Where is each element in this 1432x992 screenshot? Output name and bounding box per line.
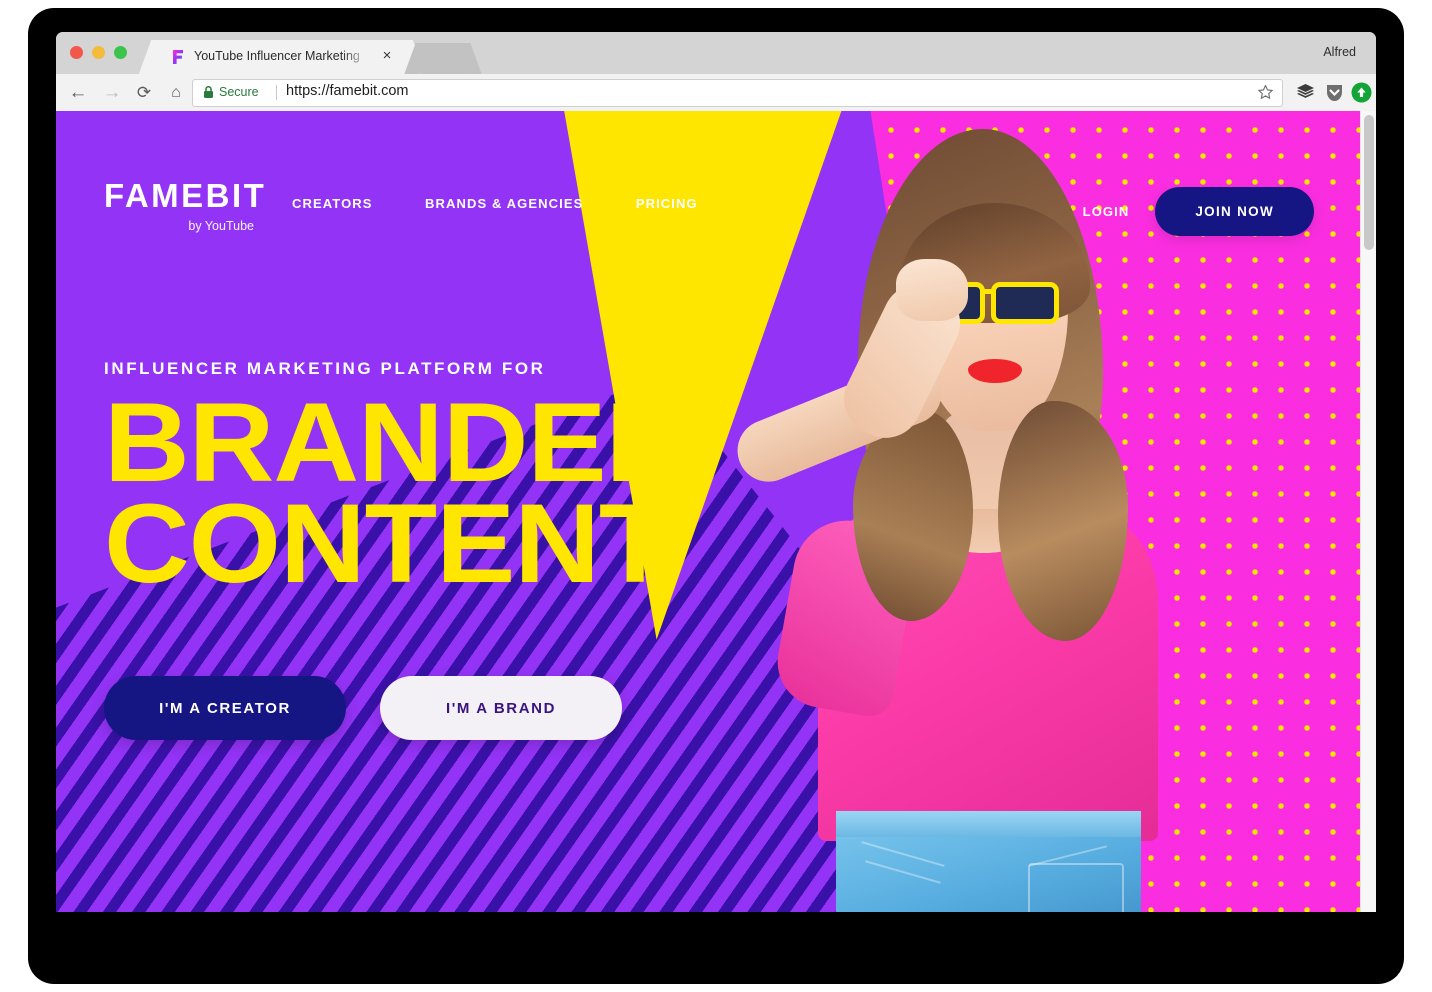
page-scrollbar-track[interactable] — [1360, 111, 1376, 912]
denim-pocket — [1028, 863, 1124, 912]
sunglass-bridge — [981, 289, 995, 294]
hero-headline-line-1: BRANDED — [104, 380, 691, 505]
logo-byline: by YouTube — [188, 219, 254, 233]
lock-icon — [203, 85, 214, 99]
nav-item-brands-agencies[interactable]: BRANDS & AGENCIES — [425, 196, 583, 211]
browser-tab[interactable]: YouTube Influencer Marketing × — [156, 40, 408, 74]
hero-eyebrow: INFLUENCER MARKETING PLATFORM FOR — [104, 359, 546, 378]
model-denim-waistband — [836, 811, 1141, 837]
hero-headline-line-2: CONTENT — [104, 480, 671, 606]
browser-toolbar: ← → ⟳ ⌂ Secure https://famebit.com — [56, 74, 1376, 112]
upload-arrow-icon[interactable] — [1351, 82, 1372, 103]
im-a-creator-button[interactable]: I'M A CREATOR — [104, 676, 346, 740]
join-now-button[interactable]: JOIN NOW — [1155, 187, 1314, 236]
address-bar[interactable]: Secure https://famebit.com — [192, 79, 1283, 107]
famebit-favicon-icon — [170, 49, 186, 65]
bookmark-star-icon[interactable] — [1257, 84, 1274, 101]
omnibox-divider — [276, 85, 277, 100]
hero-cta-row: I'M A CREATOR I'M A BRAND — [104, 676, 622, 740]
hero-section: INFLUENCER MARKETING PLATFORM FOR BRANDE… — [104, 359, 764, 600]
nav-item-pricing[interactable]: PRICING — [636, 196, 698, 211]
sunglass-lens-right — [991, 282, 1059, 324]
forward-icon[interactable]: → — [100, 81, 124, 105]
close-tab-icon[interactable]: × — [378, 47, 396, 65]
nav-item-creators[interactable]: CREATORS — [292, 196, 373, 211]
url-text[interactable]: https://famebit.com — [286, 83, 409, 99]
login-link[interactable]: LOGIN — [1083, 204, 1130, 219]
reload-icon[interactable]: ⟳ — [132, 81, 156, 105]
hero-headline: BRANDED CONTENT — [104, 387, 764, 600]
tab-strip: YouTube Influencer Marketing × Alfred — [56, 32, 1376, 74]
browser-window: YouTube Influencer Marketing × Alfred ← … — [56, 32, 1376, 912]
logo-wordmark: FAMEBIT — [104, 177, 267, 214]
layers-icon[interactable] — [1295, 82, 1316, 103]
tab-title: YouTube Influencer Marketing — [194, 49, 360, 63]
im-a-brand-button[interactable]: I'M A BRAND — [380, 676, 622, 740]
main-navigation: CREATORS BRANDS & AGENCIES PRICING — [292, 195, 746, 213]
header-actions: LOGIN JOIN NOW — [1083, 187, 1314, 236]
page-viewport: FAMEBIT by YouTube CREATORS BRANDS & AGE… — [56, 111, 1376, 912]
zoom-window-button[interactable] — [114, 46, 127, 59]
secure-label: Secure — [219, 85, 259, 99]
shield-icon[interactable] — [1324, 82, 1345, 103]
close-window-button[interactable] — [70, 46, 83, 59]
home-icon[interactable]: ⌂ — [164, 81, 188, 105]
window-traffic-lights[interactable] — [70, 46, 148, 60]
new-tab-placeholder[interactable] — [420, 43, 466, 74]
site-header: FAMEBIT by YouTube CREATORS BRANDS & AGE… — [56, 111, 1376, 271]
profile-name-label[interactable]: Alfred — [1323, 45, 1356, 59]
page-scrollbar-thumb[interactable] — [1364, 115, 1374, 250]
famebit-logo[interactable]: FAMEBIT by YouTube — [104, 177, 267, 233]
back-icon[interactable]: ← — [66, 81, 90, 105]
minimize-window-button[interactable] — [92, 46, 105, 59]
